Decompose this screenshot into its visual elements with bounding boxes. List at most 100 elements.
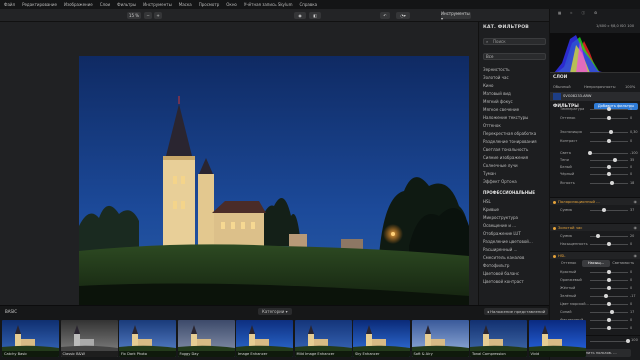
slider-knob[interactable] — [607, 107, 611, 111]
undo-icon[interactable]: ↶ — [380, 12, 390, 19]
golden-hour-slider-row[interactable]: Сумма 20 — [550, 233, 640, 240]
slider-track[interactable] — [590, 153, 628, 154]
compare-icon[interactable]: ◧ — [309, 12, 321, 19]
tools-dropdown[interactable]: Инструменты ▾ — [441, 11, 471, 21]
menu-file[interactable]: Файл — [4, 2, 15, 7]
developer-slider-row[interactable]: Тени 35 — [550, 157, 640, 164]
history-icon[interactable]: ◔▾ — [396, 12, 410, 19]
developer-slider-row[interactable]: Температура 0 — [550, 106, 640, 113]
crop-tab-icon[interactable]: ⌗ — [570, 11, 572, 19]
menu-view[interactable]: Просмотр — [199, 2, 220, 7]
slider-track[interactable] — [590, 160, 628, 161]
catalog-item[interactable]: Кино — [483, 82, 549, 90]
preset-thumbnail[interactable]: Sky Enhancer — [353, 320, 410, 357]
catalog-item[interactable]: Разделение тонирования — [483, 138, 549, 146]
visibility-icon[interactable]: ◉ — [634, 225, 638, 230]
hide-presets-button[interactable]: ◂ Наложение представлений — [484, 308, 549, 315]
menu-edit[interactable]: Редактирование — [22, 2, 57, 7]
developer-slider-row[interactable]: Ясность 18 — [550, 180, 640, 187]
catalog-item[interactable]: Мягкое свечение — [483, 106, 549, 114]
menu-image[interactable]: Изображение — [64, 2, 93, 7]
preset-thumbnail[interactable]: Fix Dark Photo — [119, 320, 176, 357]
image-canvas[interactable] — [0, 22, 549, 315]
slider-knob[interactable] — [607, 278, 611, 282]
developer-slider-row[interactable]: Контраст 0 — [550, 138, 640, 145]
catalog-item[interactable]: Смеситель каналов — [483, 254, 549, 262]
menu-tools[interactable]: Инструменты — [143, 2, 172, 7]
catalog-item[interactable]: Перекрестная обработка — [483, 130, 549, 138]
section-polarizing[interactable]: Поляризационный ... ◉ — [550, 197, 640, 205]
preset-thumbnail[interactable]: Mild Image Enhancer — [294, 320, 352, 357]
preset-thumbnail[interactable]: Image Enhancer — [236, 320, 293, 357]
slider-track[interactable] — [590, 312, 628, 313]
catalog-item[interactable]: Мягкий фокус — [483, 98, 549, 106]
hsl-slider-row[interactable]: Зелёный -17 — [550, 293, 640, 300]
catalog-item[interactable]: Туман — [483, 170, 549, 178]
catalog-item[interactable]: Цветовой контраст — [483, 278, 549, 286]
hsl-tab-luminance[interactable]: Светимость — [610, 260, 637, 267]
catalog-item[interactable]: Освещение и ... — [483, 222, 549, 230]
menu-window[interactable]: Окно — [226, 2, 237, 7]
catalog-item[interactable]: Светлая тональность — [483, 146, 549, 154]
slider-knob[interactable] — [609, 130, 614, 134]
slider-knob[interactable] — [607, 286, 611, 290]
slider-knob[interactable] — [610, 181, 615, 185]
categories-dropdown[interactable]: Категории ▾ — [258, 308, 292, 315]
catalog-item[interactable]: Расширенный ... — [483, 246, 549, 254]
blend-mode-select[interactable]: Обычный — [553, 85, 571, 89]
preset-thumbnail[interactable]: Tonal Compression — [470, 320, 527, 357]
menu-filters[interactable]: Фильтры — [117, 2, 136, 7]
slider-knob[interactable] — [607, 326, 611, 330]
layer-row[interactable]: SVG08233.ARW — [550, 92, 640, 101]
slider-track[interactable] — [590, 183, 628, 184]
menu-account[interactable]: Учётная запись Skylum — [244, 2, 293, 7]
slider-knob[interactable] — [603, 294, 608, 298]
catalog-item[interactable]: Солнечные лучи — [483, 162, 549, 170]
slider-knob[interactable] — [607, 139, 611, 143]
slider-knob[interactable] — [610, 310, 615, 314]
hsl-slider-row[interactable]: Красный 0 — [550, 269, 640, 276]
zoom-in-button[interactable]: + — [154, 12, 162, 19]
catalog-item[interactable]: Зернистость — [483, 66, 549, 74]
preset-thumbnail[interactable]: Foggy Day — [177, 320, 235, 357]
catalog-item[interactable]: Разделение цветовой... — [483, 238, 549, 246]
zoom-dropdown[interactable]: 15 % — [127, 12, 141, 19]
slider-knob[interactable] — [607, 270, 611, 274]
preset-thumbnail[interactable]: Catchy Basic — [2, 320, 59, 357]
developer-slider-row[interactable]: Белый 0 — [550, 164, 640, 171]
hsl-slider-row[interactable]: Оранжевый 0 — [550, 277, 640, 284]
zoom-out-button[interactable]: − — [144, 12, 152, 19]
filter-amount-knob[interactable] — [626, 339, 630, 343]
developer-slider-row[interactable]: Экспозиция 0,30 — [550, 129, 640, 136]
catalog-item[interactable]: HSL — [483, 198, 549, 206]
catalog-item[interactable]: Золотой час — [483, 74, 549, 82]
slider-knob[interactable] — [613, 158, 618, 162]
preset-thumbnail[interactable]: Vivid — [528, 320, 586, 357]
catalog-filter-select[interactable]: Все — [483, 53, 546, 60]
slider-knob[interactable] — [607, 242, 611, 246]
slider-track[interactable] — [590, 210, 628, 211]
developer-slider-row[interactable]: Чёрный 0 — [550, 171, 640, 178]
slider-knob[interactable] — [607, 172, 611, 176]
catalog-item[interactable]: Оттенок — [483, 122, 549, 130]
catalog-item[interactable]: Цветовой баланс — [483, 270, 549, 278]
slider-knob[interactable] — [607, 318, 611, 322]
developer-slider-row[interactable]: Света -100 — [550, 150, 640, 157]
visibility-icon[interactable]: ◉ — [634, 199, 638, 204]
slider-knob[interactable] — [602, 208, 607, 212]
catalog-item[interactable]: Микроструктура — [483, 214, 549, 222]
section-hsl[interactable]: HSL ◉ — [550, 251, 640, 259]
hsl-tab-hue[interactable]: Оттенок — [555, 260, 582, 267]
filter-amount-track[interactable] — [590, 341, 628, 342]
catalog-item[interactable]: Кривые — [483, 206, 549, 214]
catalog-item[interactable]: Фотофильтр — [483, 262, 549, 270]
menu-mask[interactable]: Маска — [179, 2, 192, 7]
hsl-slider-row[interactable]: Синий 17 — [550, 309, 640, 316]
slider-knob[interactable] — [588, 151, 592, 155]
hsl-slider-row[interactable]: Цвет морской... 0 — [550, 301, 640, 308]
catalog-item[interactable]: Отображение LUT — [483, 230, 549, 238]
preset-thumbnail[interactable]: Classic B&W — [60, 320, 118, 357]
menu-layers[interactable]: Слои — [100, 2, 110, 7]
eye-icon[interactable]: ◉ — [294, 12, 306, 19]
hsl-slider-row[interactable]: Жёлтый 0 — [550, 285, 640, 292]
